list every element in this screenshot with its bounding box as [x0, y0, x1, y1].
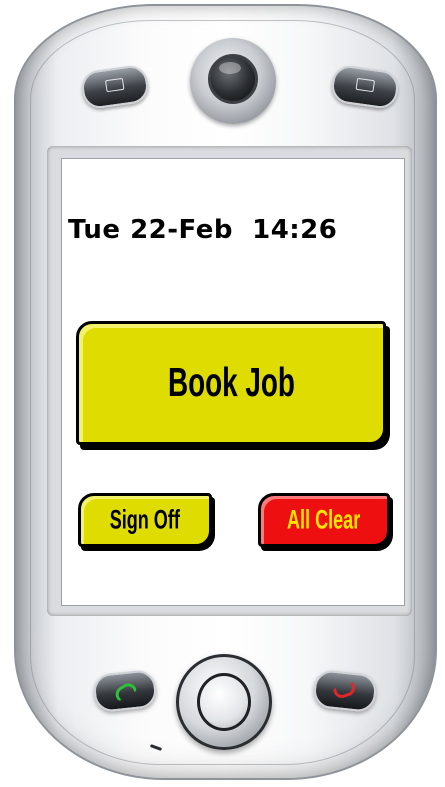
- navigation-pad[interactable]: [190, 38, 276, 124]
- phone-end-icon: [332, 681, 358, 701]
- all-clear-button[interactable]: All Clear: [258, 493, 390, 547]
- bottom-center-button[interactable]: [197, 673, 251, 731]
- device-stage: Tue 22-Feb 14:26 Book Job Sign Off All C…: [0, 0, 445, 787]
- app-screen: Tue 22-Feb 14:26 Book Job Sign Off All C…: [61, 158, 405, 606]
- contacts-icon: [355, 77, 376, 93]
- calendar-icon: [104, 77, 125, 93]
- datetime-display: Tue 22-Feb 14:26: [68, 215, 338, 245]
- book-job-button[interactable]: Book Job: [76, 321, 386, 445]
- book-job-label: Book Job: [167, 359, 295, 406]
- phone-call-icon: [112, 680, 138, 702]
- sign-off-label: Sign Off: [109, 504, 181, 535]
- navigation-center-button[interactable]: [208, 54, 258, 104]
- bottom-navigation-pad[interactable]: [176, 654, 272, 750]
- all-clear-label: All Clear: [287, 504, 361, 535]
- sign-off-button[interactable]: Sign Off: [78, 493, 212, 547]
